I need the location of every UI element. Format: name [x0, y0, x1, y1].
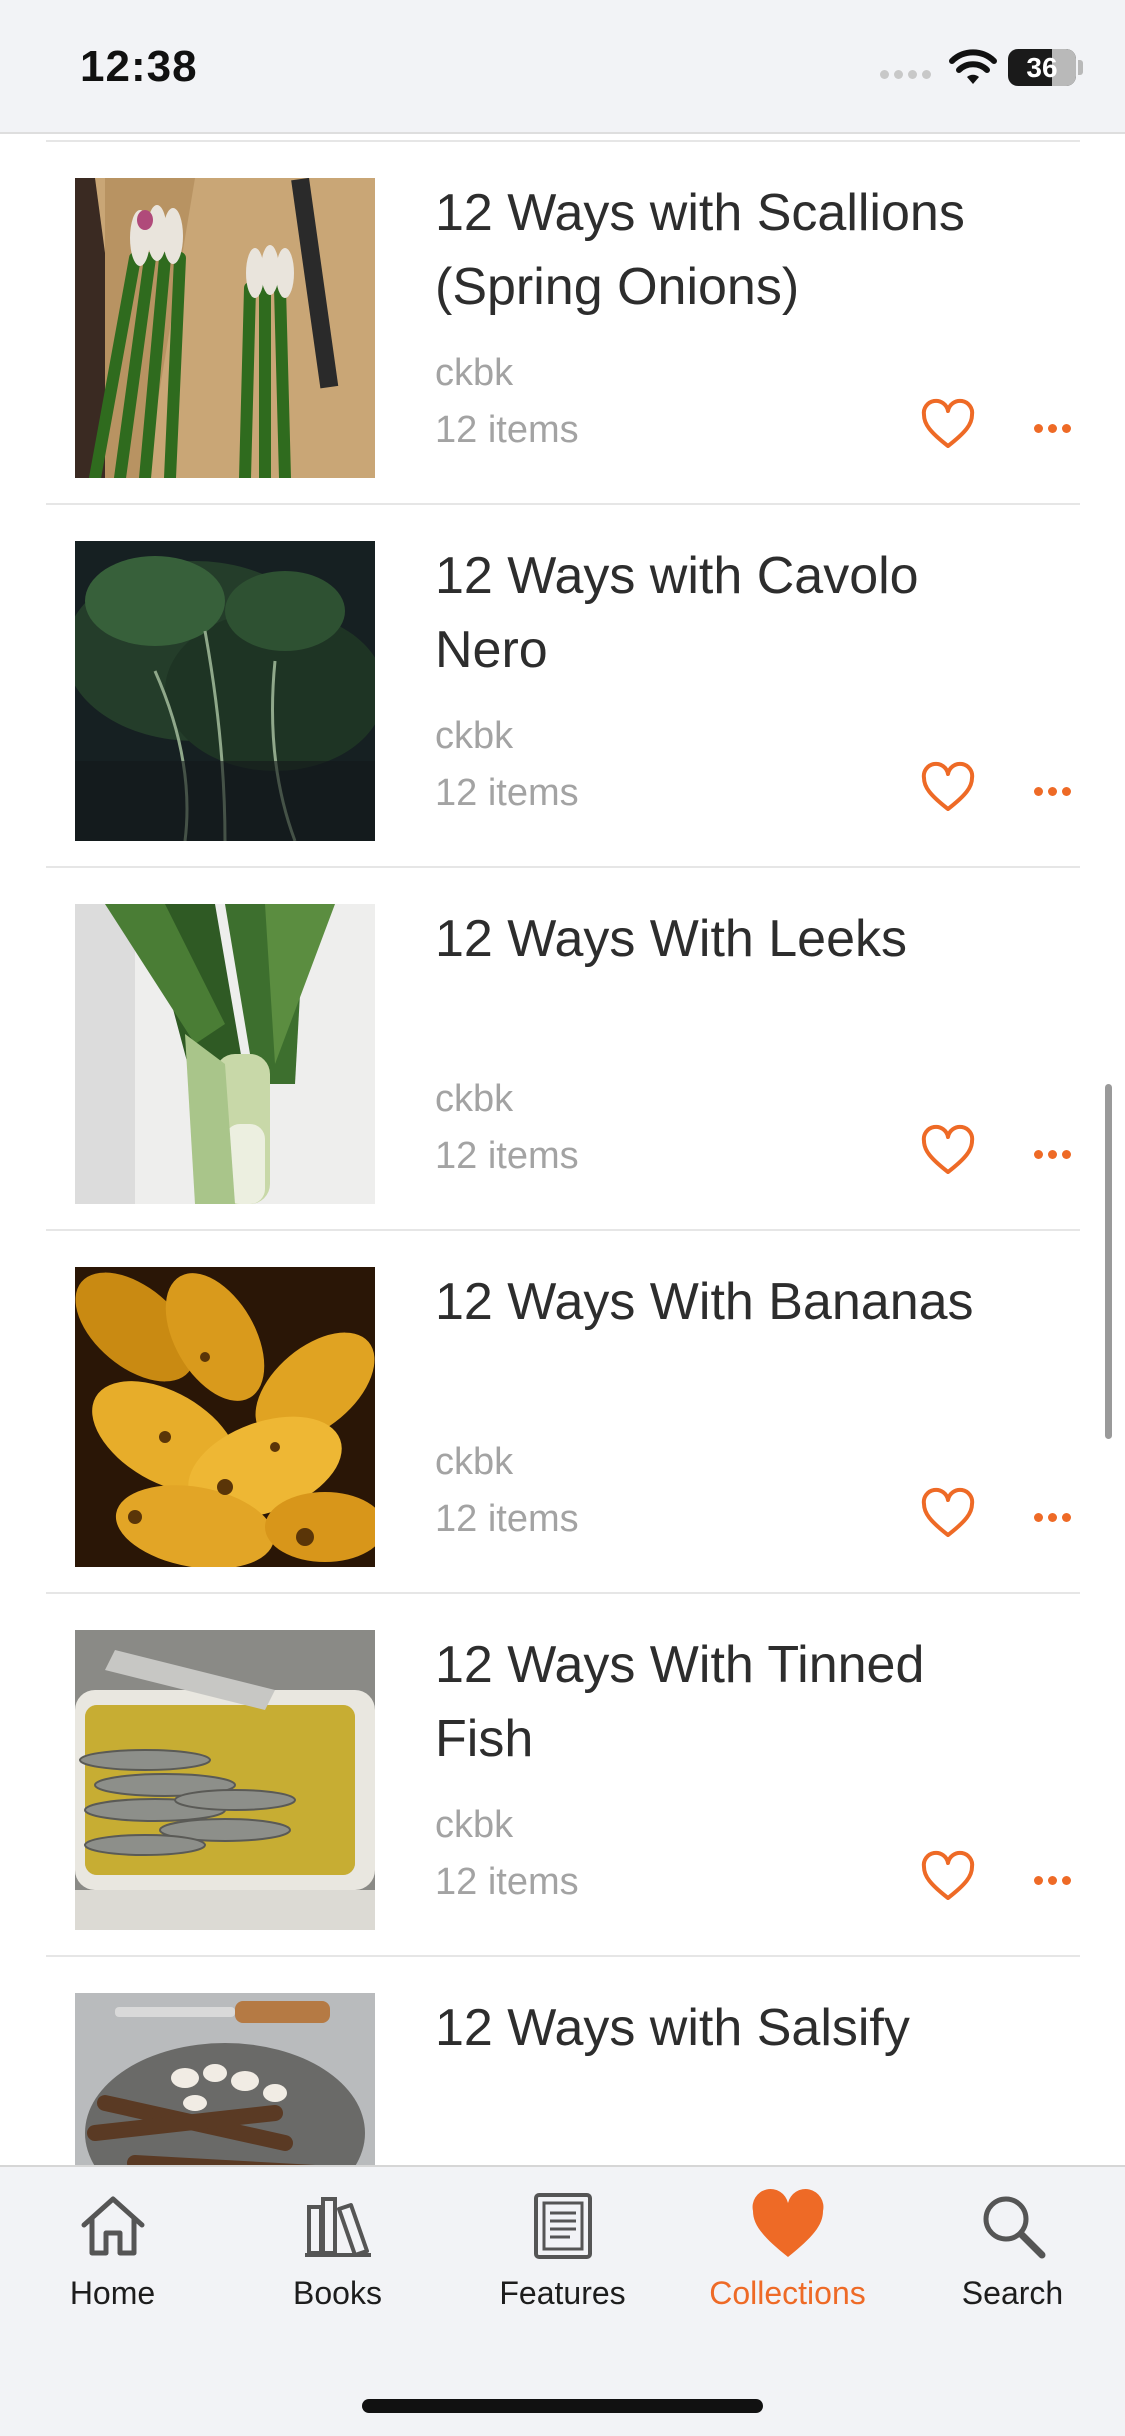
heart-outline-icon[interactable]	[920, 1849, 976, 1905]
tab-books[interactable]: Books	[225, 2167, 450, 2347]
heart-outline-icon[interactable]	[920, 1123, 976, 1179]
collection-item[interactable]: 12 Ways with Scallions (Spring Onions) c…	[0, 142, 1125, 505]
heart-outline-icon[interactable]	[920, 397, 976, 453]
wifi-icon	[949, 49, 997, 84]
collection-author: ckbk	[435, 715, 514, 757]
tab-home[interactable]: Home	[0, 2167, 225, 2347]
home-indicator[interactable]	[362, 2399, 763, 2413]
heart-icon	[752, 2189, 824, 2257]
tinned-fish-image	[75, 1630, 375, 1930]
collection-title[interactable]: 12 Ways with Salsify	[435, 1991, 1035, 2065]
collection-count: 12 items	[435, 409, 579, 451]
cavolo-nero-image	[75, 541, 375, 841]
search-icon	[983, 2196, 1046, 2259]
collection-count: 12 items	[435, 772, 579, 814]
tab-features[interactable]: Features	[450, 2167, 675, 2347]
collection-title[interactable]: 12 Ways with Cavolo Nero	[435, 539, 1035, 687]
more-options-icon[interactable]	[1034, 1146, 1076, 1164]
collection-thumbnail-leeks[interactable]	[75, 904, 375, 1204]
more-options-icon[interactable]	[1034, 1509, 1076, 1527]
collection-thumbnail-scallions[interactable]	[75, 178, 375, 478]
tab-collections[interactable]: Collections	[675, 2167, 900, 2347]
home-icon	[81, 2196, 145, 2256]
collection-title[interactable]: 12 Ways With Tinned Fish	[435, 1628, 1035, 1776]
battery-icon: 36	[1008, 49, 1076, 86]
scrollbar[interactable]	[1105, 1084, 1112, 1439]
collection-author: ckbk	[435, 1804, 514, 1846]
heart-outline-icon[interactable]	[920, 1486, 976, 1542]
tab-label: Home	[69, 2275, 156, 2311]
collection-count: 12 items	[435, 1498, 579, 1540]
collection-count: 12 items	[435, 1861, 579, 1903]
more-options-icon[interactable]	[1034, 1872, 1076, 1890]
more-options-icon[interactable]	[1034, 783, 1076, 801]
salsify-image	[75, 1993, 375, 2165]
collection-item[interactable]: 12 Ways with Cavolo Nero ckbk 12 items	[0, 505, 1125, 868]
features-icon	[534, 2193, 592, 2259]
scallions-image	[75, 178, 375, 478]
heart-outline-icon[interactable]	[920, 760, 976, 816]
tab-search[interactable]: Search	[900, 2167, 1125, 2347]
collection-thumbnail-tinned-fish[interactable]	[75, 1630, 375, 1930]
books-icon	[305, 2197, 371, 2257]
collection-item[interactable]: 12 Ways With Tinned Fish ckbk 12 items	[0, 1594, 1125, 1957]
tab-label: Books	[293, 2275, 382, 2311]
collection-title[interactable]: 12 Ways With Bananas	[435, 1265, 1035, 1339]
tab-label: Features	[499, 2275, 626, 2311]
more-options-icon[interactable]	[1034, 420, 1076, 438]
cellular-signal-icon	[880, 66, 936, 84]
collection-title[interactable]: 12 Ways with Scallions (Spring Onions)	[435, 176, 1035, 324]
status-bar: 12:38 36	[0, 0, 1125, 134]
collection-item[interactable]: 12 Ways With Leeks ckbk 12 items	[0, 868, 1125, 1231]
collection-count: 12 items	[435, 1135, 579, 1177]
tab-label: Search	[961, 2275, 1064, 2311]
collection-list[interactable]: 12 Ways with Scallions (Spring Onions) c…	[0, 134, 1125, 2165]
battery-nub	[1078, 60, 1083, 75]
collection-author: ckbk	[435, 1078, 514, 1120]
bananas-image	[75, 1267, 375, 1567]
collection-item[interactable]: 12 Ways With Bananas ckbk 12 items	[0, 1231, 1125, 1594]
collection-author: ckbk	[435, 352, 514, 394]
collection-title[interactable]: 12 Ways With Leeks	[435, 902, 1035, 976]
collection-thumbnail-salsify[interactable]	[75, 1993, 375, 2165]
tab-label: Collections	[709, 2275, 866, 2311]
collection-author: ckbk	[435, 1441, 514, 1483]
status-time: 12:38	[80, 42, 198, 91]
tab-bar: Home Books Features Collections Search	[0, 2165, 1125, 2436]
collection-thumbnail-bananas[interactable]	[75, 1267, 375, 1567]
collection-item[interactable]: 12 Ways with Salsify	[0, 1957, 1125, 2165]
battery-level: 36	[1026, 52, 1058, 83]
collection-thumbnail-cavolo-nero[interactable]	[75, 541, 375, 841]
leeks-image	[75, 904, 375, 1204]
